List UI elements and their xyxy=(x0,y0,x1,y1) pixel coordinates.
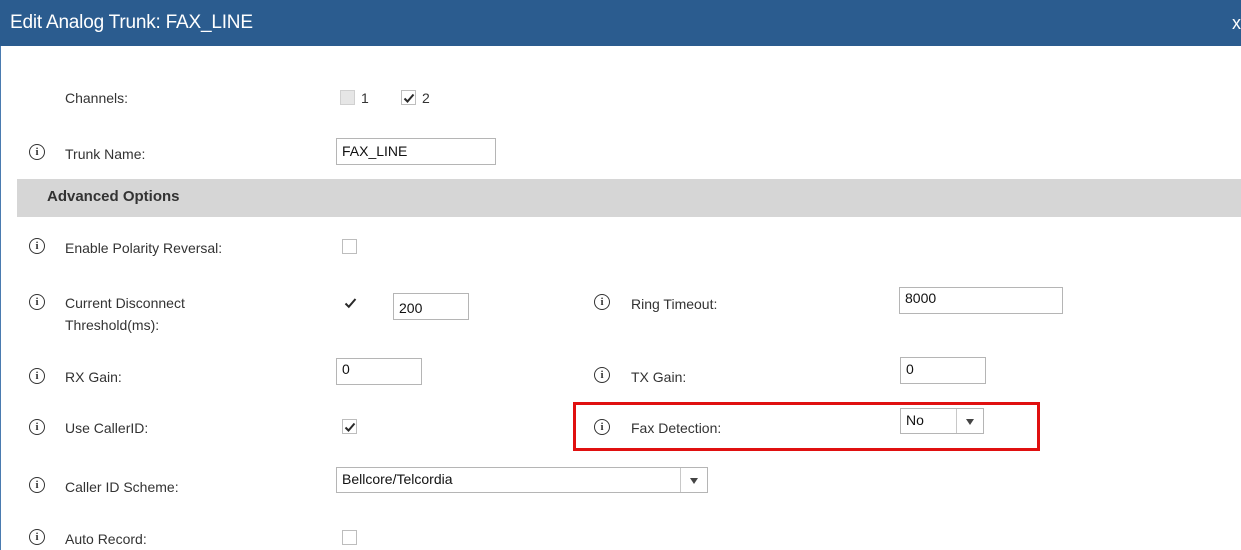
info-icon[interactable]: i xyxy=(29,294,45,310)
info-icon[interactable]: i xyxy=(29,419,45,435)
rx-gain-label: RX Gain: xyxy=(65,369,122,385)
current-disconnect-checkbox[interactable] xyxy=(342,295,357,310)
channels-label: Channels: xyxy=(65,90,129,106)
dialog-left-border xyxy=(0,46,1,550)
channel-1-label: 1 xyxy=(361,90,369,106)
polarity-reversal-checkbox[interactable] xyxy=(342,239,357,254)
fax-detection-value: No xyxy=(906,412,924,428)
fax-detection-select[interactable]: No xyxy=(900,408,984,434)
ring-timeout-input[interactable]: 8000 xyxy=(899,287,1063,314)
trunk-name-input[interactable]: FAX_LINE xyxy=(336,138,496,165)
ring-timeout-label: Ring Timeout: xyxy=(631,296,718,312)
caller-id-scheme-select[interactable]: Bellcore/Telcordia xyxy=(336,467,708,493)
auto-record-label: Auto Record: xyxy=(65,531,147,547)
tx-gain-label: TX Gain: xyxy=(631,369,687,385)
channel-2-checkbox[interactable] xyxy=(401,90,416,105)
dialog-title: Edit Analog Trunk: FAX_LINE xyxy=(10,12,253,33)
info-icon[interactable]: i xyxy=(594,419,610,435)
tx-gain-input[interactable]: 0 xyxy=(900,357,986,384)
checkmark-icon xyxy=(403,93,415,103)
current-disconnect-label-line2: Threshold(ms): xyxy=(65,317,160,333)
info-icon[interactable]: i xyxy=(29,529,45,545)
caller-id-scheme-value: Bellcore/Telcordia xyxy=(342,471,453,487)
info-icon[interactable]: i xyxy=(29,477,45,493)
info-icon[interactable]: i xyxy=(594,367,610,383)
info-icon[interactable]: i xyxy=(594,294,610,310)
caller-id-scheme-label: Caller ID Scheme: xyxy=(65,479,179,495)
polarity-reversal-label: Enable Polarity Reversal: xyxy=(65,240,223,256)
rx-gain-input[interactable]: 0 xyxy=(336,358,422,385)
current-disconnect-input[interactable]: 200 xyxy=(393,293,469,320)
advanced-options-header: Advanced Options xyxy=(17,179,1241,217)
checkmark-icon xyxy=(344,298,357,309)
info-icon[interactable]: i xyxy=(29,368,45,384)
chevron-down-icon[interactable] xyxy=(956,409,983,433)
use-callerid-checkbox[interactable] xyxy=(342,419,357,434)
trunk-name-label: Trunk Name: xyxy=(65,146,146,162)
current-disconnect-label-line1: Current Disconnect xyxy=(65,295,185,311)
chevron-down-icon[interactable] xyxy=(680,468,707,492)
dialog-title-bar: Edit Analog Trunk: FAX_LINE x xyxy=(0,0,1241,46)
channel-1-checkbox[interactable] xyxy=(340,90,355,105)
channel-2-label: 2 xyxy=(422,90,430,106)
info-icon[interactable]: i xyxy=(29,144,45,160)
auto-record-checkbox[interactable] xyxy=(342,530,357,545)
close-button[interactable]: x xyxy=(1232,13,1241,34)
fax-detection-label: Fax Detection: xyxy=(631,420,722,436)
info-icon[interactable]: i xyxy=(29,238,45,254)
checkmark-icon xyxy=(344,422,356,432)
advanced-options-title: Advanced Options xyxy=(47,188,180,205)
use-callerid-label: Use CallerID: xyxy=(65,420,149,436)
